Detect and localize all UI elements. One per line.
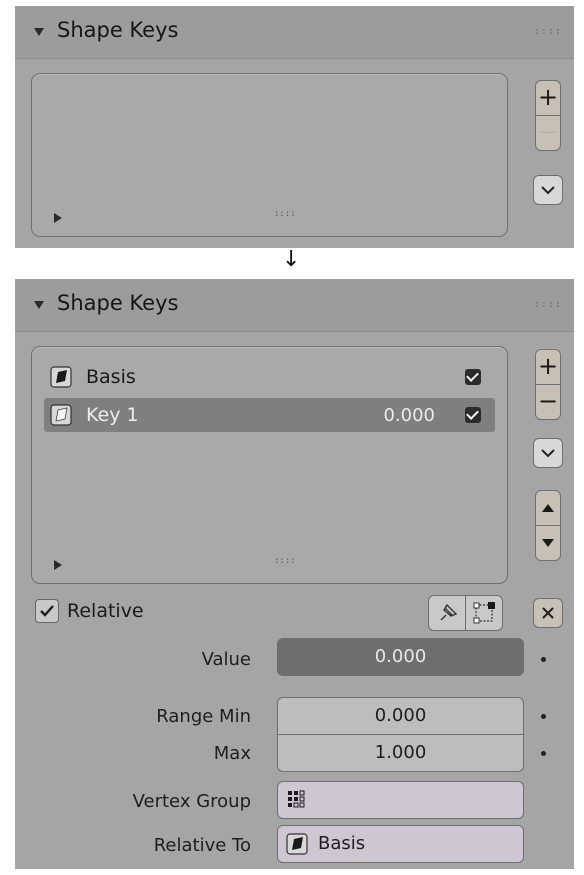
pin-icon bbox=[440, 603, 458, 621]
vertex-group-icon bbox=[288, 790, 305, 808]
shape-key-list[interactable]: :::: bbox=[31, 73, 508, 237]
relative-to-value: Basis bbox=[318, 833, 366, 854]
shape-key-lock-button[interactable] bbox=[428, 595, 466, 631]
shape-key-name[interactable]: Key 1 bbox=[86, 404, 139, 426]
transition-arrow: ↓ bbox=[282, 247, 301, 272]
close-icon bbox=[542, 607, 554, 619]
add-shape-key-button[interactable]: + bbox=[535, 80, 561, 116]
drag-handle-icon[interactable]: :::: bbox=[534, 299, 562, 310]
shape-key-icon bbox=[286, 833, 308, 855]
relative-to-label: Relative To bbox=[153, 835, 251, 856]
remove-shape-key-button[interactable]: − bbox=[535, 384, 561, 420]
collapse-arrow-icon[interactable] bbox=[34, 301, 44, 309]
panel-header[interactable]: Shape Keys :::: bbox=[15, 279, 574, 332]
shape-key-row-basis[interactable]: Basis bbox=[44, 360, 495, 394]
collapse-arrow-icon[interactable] bbox=[34, 28, 44, 36]
keyframe-dot-icon[interactable] bbox=[541, 751, 546, 756]
shape-key-mute-checkbox[interactable] bbox=[465, 407, 481, 423]
relative-to-field[interactable]: Basis bbox=[277, 825, 524, 863]
vertex-group-field[interactable] bbox=[277, 781, 524, 819]
arrow-down-icon bbox=[542, 539, 554, 547]
range-min-field[interactable]: 0.000 bbox=[277, 697, 524, 735]
relative-checkbox[interactable] bbox=[35, 599, 59, 623]
shape-keys-panel-empty: Shape Keys :::: :::: + — bbox=[15, 6, 574, 248]
max-label: Max bbox=[213, 743, 251, 764]
move-key-up-button[interactable] bbox=[535, 490, 561, 526]
remove-shape-key-button[interactable]: — bbox=[535, 115, 561, 151]
panel-title: Shape Keys bbox=[57, 291, 179, 315]
list-resize-grip-icon[interactable]: :::: bbox=[274, 209, 296, 219]
keyframe-dot-icon[interactable] bbox=[541, 714, 546, 719]
list-resize-grip-icon[interactable]: :::: bbox=[274, 556, 296, 566]
vertex-group-label: Vertex Group bbox=[132, 791, 251, 812]
panel-title: Shape Keys bbox=[57, 18, 179, 42]
value-field[interactable]: 0.000 bbox=[277, 638, 524, 676]
chevron-down-icon bbox=[541, 186, 555, 195]
shape-key-edit-mode-button[interactable] bbox=[465, 595, 503, 631]
specials-menu-button[interactable] bbox=[533, 175, 563, 205]
edit-mode-icon bbox=[473, 602, 495, 624]
drag-handle-icon[interactable]: :::: bbox=[534, 26, 562, 37]
panel-header[interactable]: Shape Keys :::: bbox=[15, 6, 574, 59]
shape-key-icon bbox=[50, 404, 72, 426]
shape-key-list[interactable]: Basis Key 1 0.000 :::: bbox=[31, 346, 508, 584]
move-key-down-button[interactable] bbox=[535, 525, 561, 561]
chevron-down-icon bbox=[541, 449, 555, 458]
list-options-toggle-icon[interactable] bbox=[54, 213, 62, 223]
shape-key-icon bbox=[50, 366, 72, 388]
shape-key-mute-checkbox[interactable] bbox=[465, 369, 481, 385]
clear-shape-key-weights-button[interactable] bbox=[533, 598, 563, 628]
add-shape-key-button[interactable]: + bbox=[535, 349, 561, 385]
value-label: Value bbox=[201, 649, 251, 670]
shape-key-value[interactable]: 0.000 bbox=[383, 405, 435, 426]
check-icon bbox=[40, 605, 54, 617]
shape-key-name[interactable]: Basis bbox=[86, 366, 136, 388]
shape-key-row-key-1[interactable]: Key 1 0.000 bbox=[44, 398, 495, 432]
max-field[interactable]: 1.000 bbox=[277, 734, 524, 772]
list-options-toggle-icon[interactable] bbox=[54, 560, 62, 570]
specials-menu-button[interactable] bbox=[533, 438, 563, 468]
relative-label: Relative bbox=[67, 600, 144, 622]
range-min-label: Range Min bbox=[156, 706, 251, 727]
keyframe-dot-icon[interactable] bbox=[541, 657, 546, 662]
shape-keys-panel: Shape Keys :::: Basis Key 1 0.000 :::: +… bbox=[15, 279, 574, 869]
arrow-up-icon bbox=[542, 504, 554, 512]
